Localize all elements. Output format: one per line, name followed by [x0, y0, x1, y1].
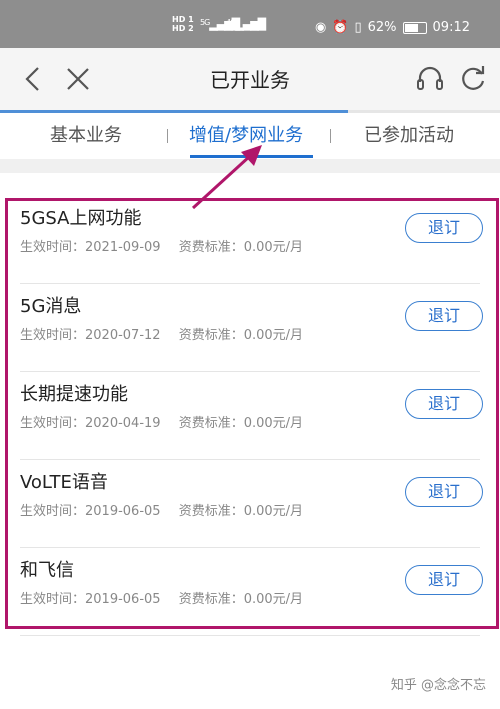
list-item: 和飞信 生效时间：2019-06-05 资费标准：0.00元/月 退订: [0, 548, 500, 636]
list-item: 5G消息 生效时间：2020-07-12 资费标准：0.00元/月 退订: [0, 284, 500, 372]
tab-activities[interactable]: 已参加活动: [364, 121, 454, 147]
service-meta: 生效时间：2019-06-05 资费标准：0.00元/月: [20, 504, 304, 519]
tab-bar: 基本业务 增值/梦网业务 已参加活动: [0, 113, 500, 159]
network-indicator: HD 1 HD 2: [172, 15, 194, 33]
status-bar: HD 1 HD 2 5G▂▄▆█ 4G▂▄▆█ ◉ ⏰ ▯ 62% 09:12: [0, 0, 500, 48]
unsubscribe-button[interactable]: 退订: [405, 213, 483, 243]
unsubscribe-button[interactable]: 退订: [405, 477, 483, 507]
eye-icon: ◉: [314, 20, 327, 35]
list-item: 长期提速功能 生效时间：2020-04-19 资费标准：0.00元/月 退订: [0, 372, 500, 460]
app-header: 已开业务: [0, 48, 500, 110]
status-right: ◉ ⏰ ▯ 62% 09:12: [315, 20, 470, 35]
alarm-icon: ⏰: [332, 20, 349, 35]
divider: [20, 635, 480, 636]
refresh-icon[interactable]: [458, 64, 488, 94]
tab-separator: [330, 129, 331, 143]
net-label-2: HD 2: [172, 24, 194, 33]
service-name: VoLTE语音: [20, 472, 108, 493]
unsubscribe-button[interactable]: 退订: [405, 301, 483, 331]
battery-icon: [402, 21, 427, 34]
service-meta: 生效时间：2021-09-09 资费标准：0.00元/月: [20, 240, 304, 255]
unsubscribe-button[interactable]: 退订: [405, 389, 483, 419]
unsubscribe-button[interactable]: 退订: [405, 565, 483, 595]
service-name: 5G消息: [20, 296, 82, 317]
service-meta: 生效时间：2020-07-12 资费标准：0.00元/月: [20, 328, 304, 343]
vibrate-icon: ▯: [354, 20, 362, 35]
active-tab-indicator: [190, 155, 313, 158]
tab-separator: [167, 129, 168, 143]
signal-4g: 4G▂▄▆█: [226, 18, 266, 31]
tab-basic[interactable]: 基本业务: [50, 121, 122, 147]
list-item: 5GSA上网功能 生效时间：2021-09-09 资费标准：0.00元/月 退订: [0, 196, 500, 284]
service-name: 5GSA上网功能: [20, 208, 142, 229]
clock: 09:12: [432, 20, 470, 35]
service-name: 长期提速功能: [20, 384, 128, 405]
service-meta: 生效时间：2020-04-19 资费标准：0.00元/月: [20, 416, 304, 431]
tab-value-added[interactable]: 增值/梦网业务: [189, 121, 303, 147]
net-label-1: HD 1: [172, 15, 194, 24]
headset-icon[interactable]: [415, 64, 445, 94]
battery-percent: 62%: [367, 20, 397, 35]
list-item: VoLTE语音 生效时间：2019-06-05 资费标准：0.00元/月 退订: [0, 460, 500, 548]
service-name: 和飞信: [20, 560, 74, 581]
service-meta: 生效时间：2019-06-05 资费标准：0.00元/月: [20, 592, 304, 607]
section-gap: [0, 159, 500, 173]
watermark: 知乎 @念念不忘: [390, 678, 486, 693]
